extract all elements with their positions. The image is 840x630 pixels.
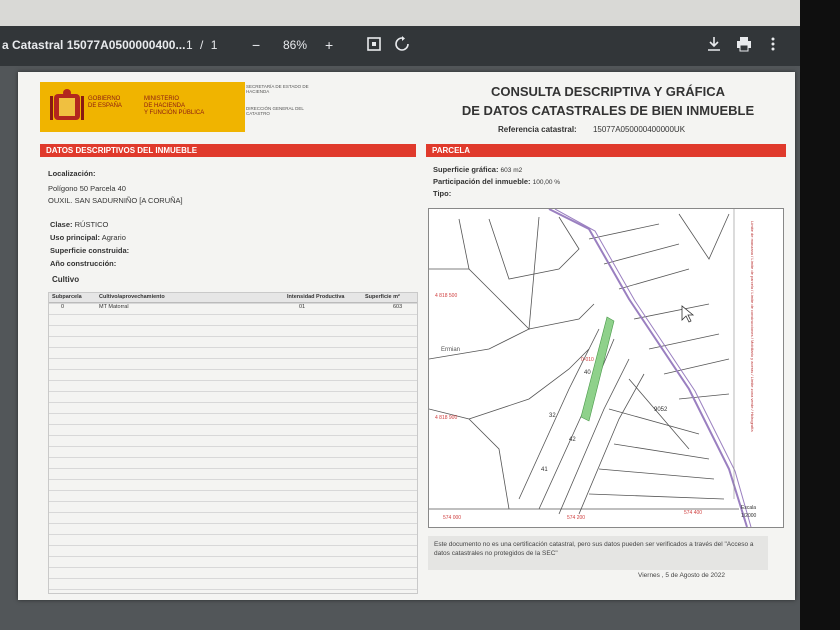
map-label-42: 42 [569,437,576,443]
cultivo-table: Subparcela Cultivo/aprovechamiento Inten… [48,292,418,594]
logo-ministerio-text: MINISTERIO DE HACIENDA Y FUNCIÓN PÚBLICA [144,96,205,116]
government-logo: GOBIERNO DE ESPAÑA MINISTERIO DE HACIEND… [40,82,245,132]
col-subparcela: Subparcela [52,294,82,300]
participacion-value: 100,00 % [532,179,561,186]
localizacion-label: Localización: [48,169,96,178]
more-options-icon[interactable] [770,36,776,56]
localizacion-block: Localización: Polígono 50 Parcela 40 OUX… [48,169,183,205]
map-label-0010: 0-010 [581,357,594,363]
page-total: 1 [210,38,218,52]
ref-label: Referencia catastral: [498,125,577,134]
anio-construccion-label: Año construcción: [50,259,117,268]
zoom-level[interactable]: 86% [283,38,307,52]
secretaria-text: SECRETARÍA DE ESTADO DE HACIENDA DIRECCI… [246,84,316,116]
map-label-40: 40 [584,370,591,376]
document-title: a Catastral 15077A0500000400... [2,38,186,52]
direccion-line: DIRECCIÓN GENERAL DEL CATASTRO [246,106,304,116]
cell-intensidad: 01 [299,304,306,310]
map-coord-x3: 574 400 [684,510,702,516]
superficie-grafica-value: 603 m2 [500,167,523,174]
table-row: 0 MT Matorral 01 603 [49,303,417,312]
map-label-41: 41 [541,467,548,473]
section-descriptivos: DATOS DESCRIPTIVOS DEL INMUEBLE [40,144,416,157]
col-intensidad: Intensidad Productiva [287,294,345,300]
heading-line2: DE DATOS CATASTRALES DE BIEN INMUEBLE [461,103,755,118]
localizacion-line2: OUXIL. SAN SADURNIÑO [A CORUÑA] [48,196,183,205]
download-icon[interactable] [707,36,721,56]
monitor-bezel [800,0,840,630]
scale-label: Escala [741,505,756,511]
uso-value: Agrario [101,233,126,242]
zoom-in-button[interactable]: + [325,36,333,54]
secretaria-line: SECRETARÍA DE ESTADO DE HACIENDA [246,84,309,94]
participacion-label: Participación del inmueble: [433,177,531,186]
coat-of-arms-icon [50,89,84,120]
cell-superficie: 603 [393,304,403,310]
map-label-32: 32 [549,413,556,419]
rotate-icon[interactable] [394,36,410,56]
fit-page-icon[interactable] [366,36,382,56]
superficie-construida-label: Superficie construida: [50,246,130,255]
map-legend-text: Límite de manzana / Límite de parcela / … [750,221,755,432]
cell-subparcela: 0 [61,304,65,310]
heading-line1: CONSULTA DESCRIPTIVA Y GRÁFICA [490,84,725,99]
clase-value: RÚSTICO [74,220,109,229]
document-date: Viernes , 5 de Agosto de 2022 [638,572,725,579]
parcela-info: Superficie gráfica: 603 m2 Participación… [433,164,560,199]
tipo-label: Tipo: [433,189,452,198]
map-coord-y1: 4 818 500 [435,293,457,299]
print-icon[interactable] [736,36,752,56]
cultivo-title: Cultivo [52,275,80,284]
clase-block: Clase: RÚSTICO Uso principal: Agrario Su… [50,218,129,270]
cadastral-reference: Referencia catastral: 15077A050000400000… [498,125,685,134]
map-coord-x2: 574 200 [567,515,585,521]
table-header: Subparcela Cultivo/aprovechamiento Inten… [49,293,417,303]
superficie-grafica-label: Superficie gráfica: [433,165,499,174]
map-coord-y2: 4 818 900 [435,415,457,421]
map-label-ermian: Ermian [441,347,460,353]
logo-gobierno-text: GOBIERNO DE ESPAÑA [88,96,122,109]
verification-note: Este documento no es una certificación c… [428,536,768,570]
col-superficie: Superficie m² [365,294,400,300]
cadastral-map: Ermian 9052 40 41 42 32 0-010 4 818 500 … [428,208,784,528]
page-separator: / [200,38,204,52]
pdf-toolbar: a Catastral 15077A0500000400... 1 / 1 − … [0,26,800,66]
cultivo-label: Cultivo [52,275,79,284]
localizacion-line1: Polígono 50 Parcela 40 [48,184,126,193]
parcel-map-drawing: Ermian 9052 40 41 42 32 0-010 4 818 500 … [428,208,783,528]
section-parcela: PARCELA [426,144,786,157]
page-indicator: 1 / 1 [186,38,217,52]
uso-label: Uso principal: [50,233,101,242]
map-label-9052: 9052 [654,407,668,413]
zoom-out-button[interactable]: − [252,36,260,54]
top-strip [0,0,840,26]
document-heading: CONSULTA DESCRIPTIVA Y GRÁFICA DE DATOS … [438,82,778,120]
clase-label: Clase: [50,220,73,229]
page-current[interactable]: 1 [186,38,193,52]
map-coord-x1: 574 000 [443,515,461,521]
scale-value: 1/2000 [741,513,757,519]
col-cultivo: Cultivo/aprovechamiento [99,294,165,300]
pdf-page: GOBIERNO DE ESPAÑA MINISTERIO DE HACIEND… [18,72,795,600]
ref-value: 15077A050000400000UK [592,125,686,134]
cell-cultivo: MT Matorral [99,304,129,310]
